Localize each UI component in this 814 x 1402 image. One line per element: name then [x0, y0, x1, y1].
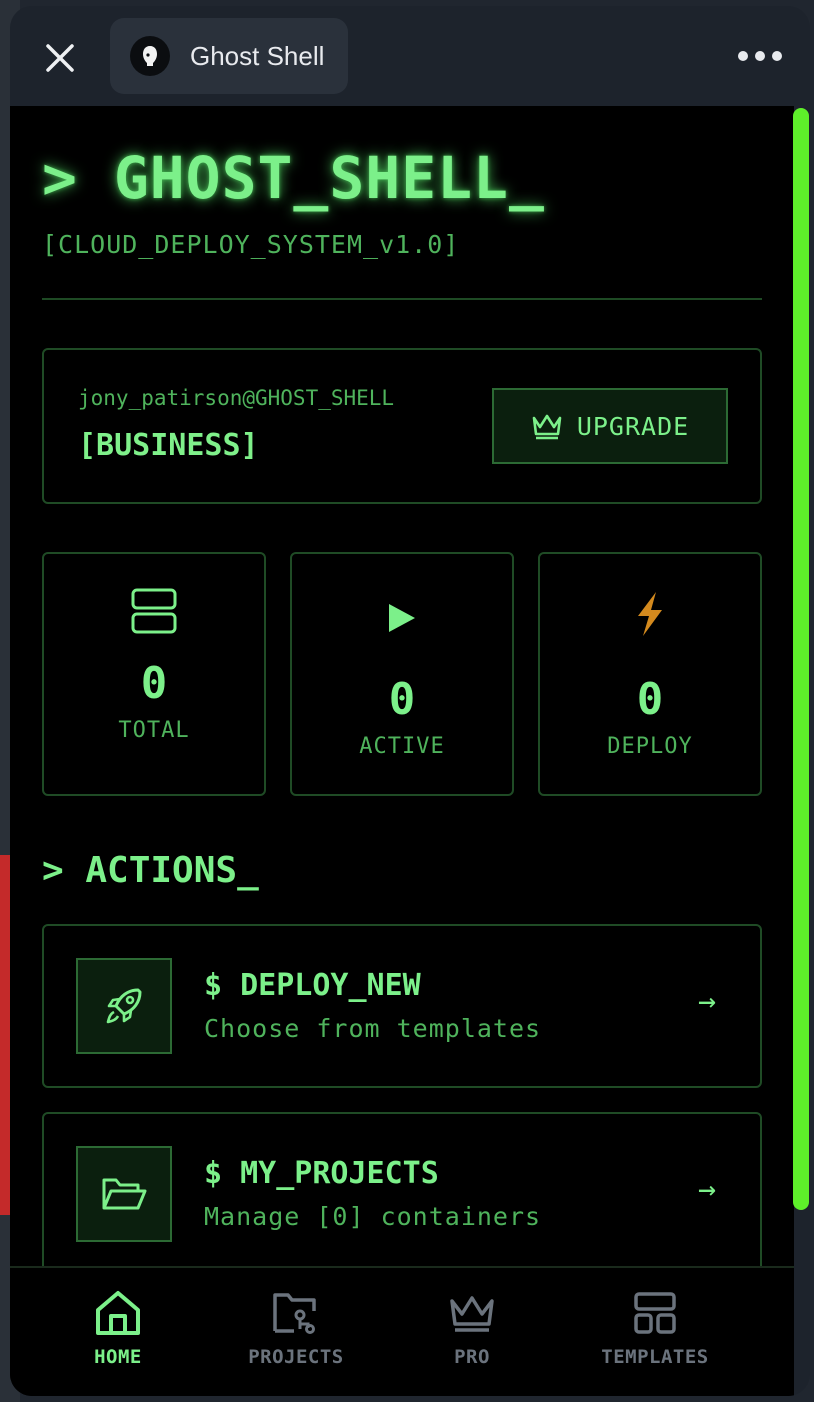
crown-icon [450, 1296, 494, 1332]
actions-title: > ACTIONS_ [42, 850, 259, 891]
arrow-right-icon: → [698, 1172, 717, 1207]
stat-total: 0 TOTAL [42, 552, 266, 796]
nav-projects[interactable]: PROJECTS [236, 1268, 356, 1396]
stat-total-value: 0 [140, 658, 168, 709]
nav-templates-label: TEMPLATES [601, 1346, 709, 1368]
sheet-header: Ghost Shell [10, 6, 810, 106]
upgrade-label: UPGRADE [576, 411, 690, 441]
stat-active-label: ACTIVE [359, 734, 445, 759]
app-name: Ghost Shell [190, 40, 325, 71]
action-icon-box [76, 958, 172, 1054]
nav-home[interactable]: HOME [68, 1268, 168, 1396]
nav-templates[interactable]: TEMPLATES [590, 1268, 720, 1396]
folder-open-icon [102, 1178, 147, 1210]
more-dot-icon [755, 51, 765, 61]
close-icon [46, 44, 74, 72]
nav-pro-label: PRO [454, 1346, 490, 1368]
app-chip[interactable]: Ghost Shell [110, 18, 348, 94]
nav-projects-label: PROJECTS [248, 1346, 344, 1368]
deploy-new-description: Choose from templates [204, 1014, 542, 1043]
upgrade-button[interactable]: UPGRADE [492, 388, 728, 464]
templates-icon [634, 1292, 676, 1334]
page-title: > GHOST_SHELL_ [42, 144, 545, 212]
my-projects-command: $ MY_PROJECTS [204, 1156, 439, 1191]
stat-deploy: 0 DEPLOY [538, 552, 762, 796]
stat-deploy-value: 0 [636, 674, 664, 725]
lightning-icon [638, 592, 662, 636]
user-card: jony_patirson@GHOST_SHELL [BUSINESS] UPG… [42, 348, 762, 504]
projects-icon [273, 1293, 316, 1334]
more-options-button[interactable] [738, 44, 782, 68]
server-icon [131, 588, 177, 634]
my-projects-description: Manage [0] containers [204, 1202, 542, 1231]
terminal-app: > GHOST_SHELL_ [CLOUD_DEPLOY_SYSTEM_v1.0… [10, 106, 794, 1396]
bottom-nav: HOME PROJECTS PRO TEMPLATES [10, 1266, 794, 1396]
app-sheet: Ghost Shell > GHOST_SHELL_ [CLOUD_DEPLOY… [10, 6, 810, 1396]
user-email: jony_patirson@GHOST_SHELL [78, 386, 395, 410]
user-plan: [BUSINESS] [78, 428, 259, 463]
deploy-new-command: $ DEPLOY_NEW [204, 968, 421, 1003]
stat-deploy-label: DEPLOY [607, 734, 693, 759]
nav-pro[interactable]: PRO [422, 1268, 522, 1396]
rocket-icon [106, 988, 142, 1024]
nav-home-label: HOME [94, 1346, 142, 1368]
close-button[interactable] [40, 38, 80, 78]
deploy-new-card[interactable]: $ DEPLOY_NEW Choose from templates → [42, 924, 762, 1088]
stat-active: 0 ACTIVE [290, 552, 514, 796]
divider [42, 298, 762, 300]
crown-icon [532, 414, 562, 440]
more-dot-icon [772, 51, 782, 61]
arrow-right-icon: → [698, 984, 717, 1019]
action-icon-box [76, 1146, 172, 1242]
ghost-icon [130, 36, 170, 76]
home-icon [96, 1291, 140, 1335]
more-dot-icon [738, 51, 748, 61]
my-projects-card[interactable]: $ MY_PROJECTS Manage [0] containers → [42, 1112, 762, 1276]
scrollbar[interactable] [793, 108, 809, 1210]
play-icon [389, 604, 415, 632]
stat-active-value: 0 [388, 674, 416, 725]
page-subtitle: [CLOUD_DEPLOY_SYSTEM_v1.0] [42, 230, 460, 259]
stat-total-label: TOTAL [118, 718, 190, 743]
